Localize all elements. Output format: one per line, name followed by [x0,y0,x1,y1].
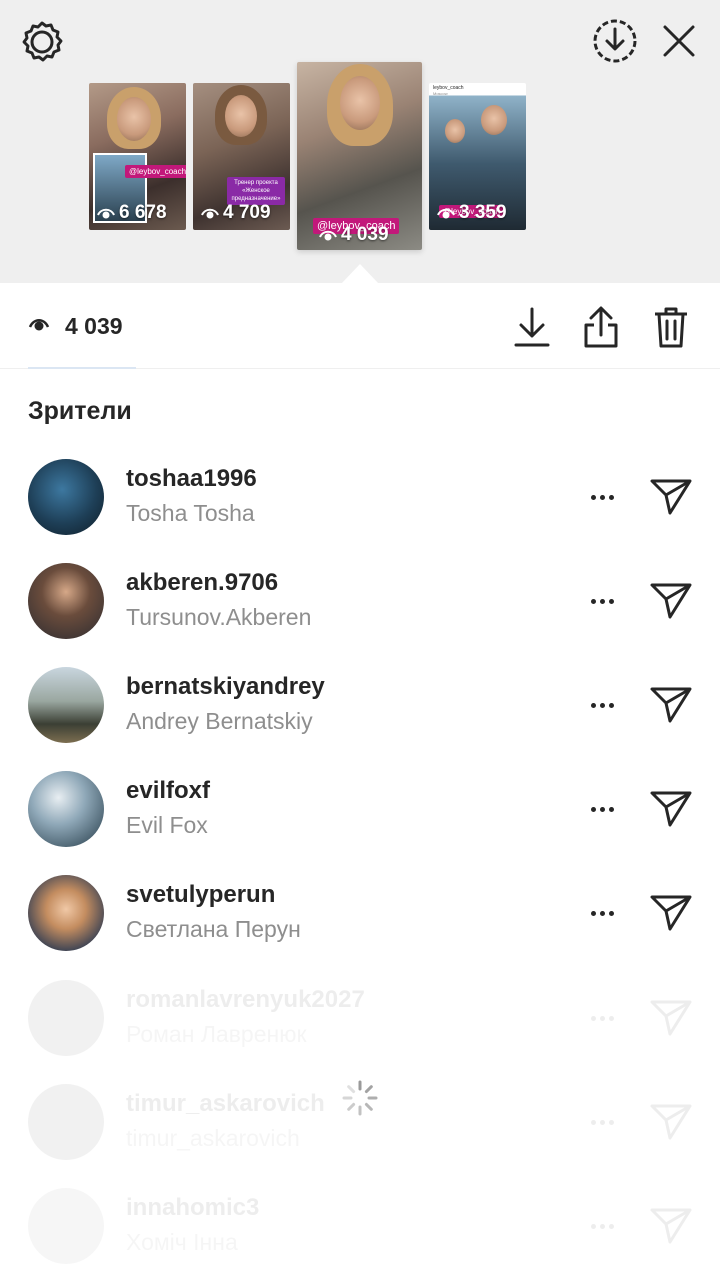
more-options-button[interactable] [586,793,618,825]
loading-spinner-icon [342,1080,378,1116]
send-icon[interactable] [648,473,694,519]
download-button[interactable] [510,303,554,351]
delete-button[interactable] [649,303,693,351]
viewer-row[interactable]: evilfoxf Evil Fox [0,771,720,875]
story-image [340,76,380,130]
avatar[interactable] [28,1188,104,1264]
eye-icon [319,230,337,241]
viewer-row[interactable]: romanlavrenyuk2027 Роман Лавренюк [0,980,720,1084]
story-view-count: 4 039 [319,224,389,246]
more-options-button[interactable] [586,1106,618,1138]
close-button[interactable] [652,14,706,68]
story-view-count: 6 678 [97,202,167,224]
story-thumbnail[interactable]: Тренер проекта «Женское предназначение» … [193,83,290,230]
story-views-value: 4 709 [223,202,271,223]
viewer-fullname: Tursunov.Akberen [126,604,312,630]
viewer-row[interactable]: bernatskiyandrey Andrey Bernatskiy [0,667,720,771]
send-icon[interactable] [648,785,694,831]
viewer-username[interactable]: timur_askarovich [126,1090,325,1118]
story-image [225,95,257,137]
download-icon [514,307,550,347]
download-all-button[interactable] [588,14,642,68]
story-thumbnail[interactable]: leybov_coach Moscow @leybov_coach 3 359 [429,83,526,230]
send-icon[interactable] [648,1202,694,1248]
viewer-username[interactable]: toshaa1996 [126,465,257,493]
story-image [445,119,465,143]
viewer-username[interactable]: romanlavrenyuk2027 [126,986,365,1014]
story-tag: Тренер проекта «Женское предназначение» [227,177,285,205]
story-views-value: 3 359 [459,202,507,223]
viewer-fullname: Роман Лавренюк [126,1021,307,1047]
viewer-row[interactable]: toshaa1996 Tosha Tosha [0,459,720,563]
share-button[interactable] [579,303,623,351]
viewer-username[interactable]: svetulyperun [126,881,275,909]
eye-icon [437,208,455,219]
send-icon[interactable] [648,577,694,623]
viewer-fullname: Светлана Перун [126,916,301,942]
viewer-fullname: Evil Fox [126,812,208,838]
avatar[interactable] [28,1084,104,1160]
story-thumbnail-selected[interactable]: @leybov_coach 4 039 [297,62,422,250]
viewer-username[interactable]: bernatskiyandrey [126,673,325,701]
story-views-value: 4 039 [341,224,389,245]
story-image [117,97,151,141]
send-icon[interactable] [648,681,694,727]
more-options-button[interactable] [586,897,618,929]
story-view-count: 3 359 [437,202,507,224]
viewer-row[interactable]: innahomic3 Хоміч Інна [0,1188,720,1280]
avatar[interactable] [28,563,104,639]
story-header-sub: Moscow [433,91,448,96]
send-icon[interactable] [648,889,694,935]
viewers-heading: Зрители [28,397,132,425]
story-strip: @leybov_coach 6 678 Тренер проекта «Женс… [0,0,720,284]
settings-button[interactable] [16,16,68,68]
avatar[interactable] [28,980,104,1056]
more-options-button[interactable] [586,481,618,513]
more-options-button[interactable] [586,1210,618,1242]
stats-bar: 4 039 [0,283,720,369]
send-icon[interactable] [648,994,694,1040]
selected-pointer [341,264,379,284]
viewer-fullname: timur_askarovich [126,1125,300,1151]
trash-icon [655,307,687,348]
eye-icon [201,208,219,219]
story-view-count: 4 709 [201,202,271,224]
send-icon[interactable] [648,1098,694,1144]
viewer-fullname: Хоміч Інна [126,1229,238,1255]
eye-icon [97,208,115,219]
more-options-button[interactable] [586,1002,618,1034]
avatar[interactable] [28,771,104,847]
viewer-username[interactable]: akberen.9706 [126,569,278,597]
story-image [481,105,507,135]
viewer-fullname: Tosha Tosha [126,500,255,526]
gear-icon [22,21,63,62]
viewer-fullname: Andrey Bernatskiy [126,708,313,734]
avatar[interactable] [28,875,104,951]
view-count: 4 039 [65,313,123,339]
avatar[interactable] [28,667,104,743]
avatar[interactable] [28,459,104,535]
stats-tab-indicator [28,367,136,369]
story-views-value: 6 678 [119,202,167,223]
viewer-row[interactable]: akberen.9706 Tursunov.Akberen [0,563,720,667]
more-options-button[interactable] [586,689,618,721]
viewer-username[interactable]: evilfoxf [126,777,210,805]
story-thumbnail[interactable]: @leybov_coach 6 678 [89,83,186,230]
viewer-username[interactable]: innahomic3 [126,1194,259,1222]
close-icon [663,25,695,57]
share-icon [584,306,618,348]
story-tag: @leybov_coach [125,165,186,178]
eye-icon [28,319,50,331]
download-circle-icon [593,19,637,63]
viewer-row[interactable]: svetulyperun Светлана Перун [0,875,720,979]
more-options-button[interactable] [586,585,618,617]
